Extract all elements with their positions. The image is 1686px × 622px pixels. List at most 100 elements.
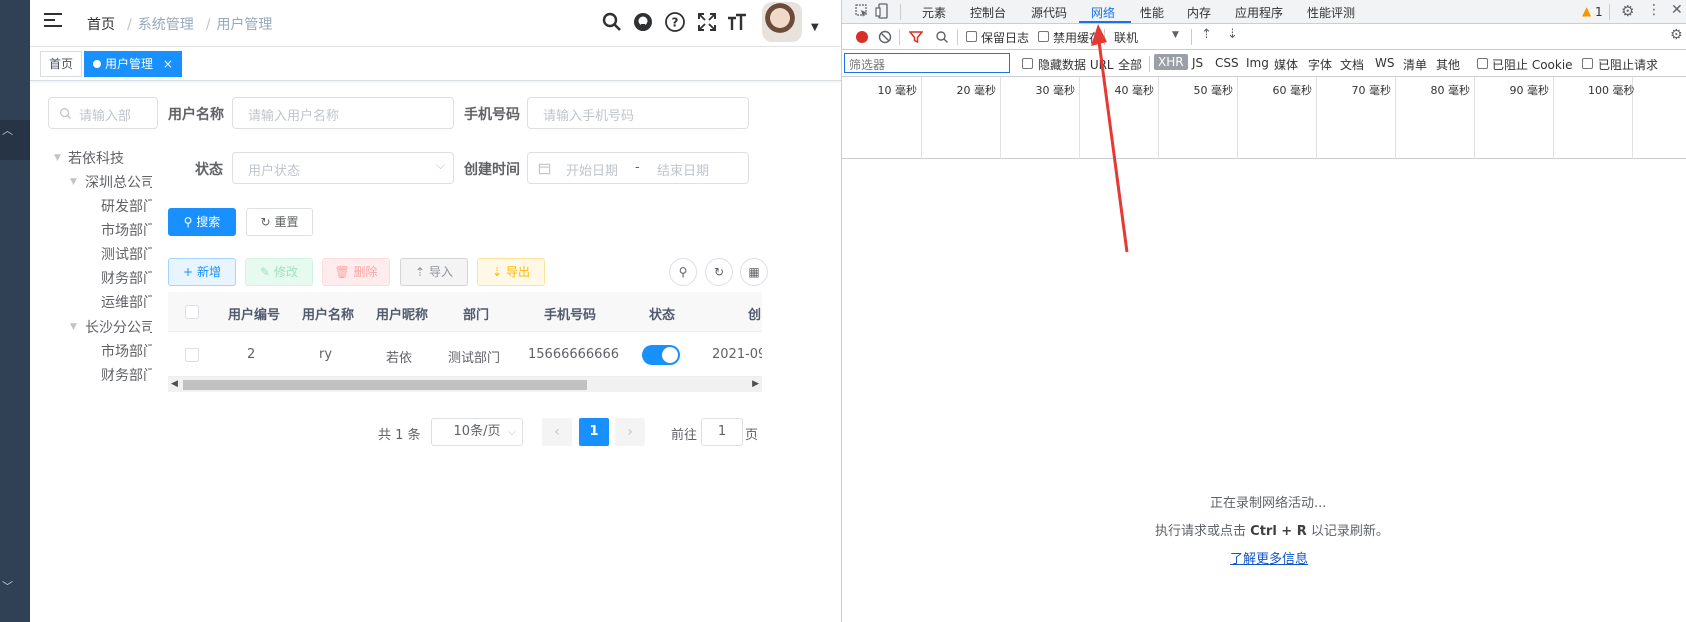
blocked-cookies-checkbox[interactable] bbox=[1477, 58, 1488, 69]
page-size-select[interactable]: 10条/页 ⌵ bbox=[431, 418, 523, 446]
settings-gear-icon[interactable]: ⚙ bbox=[1621, 2, 1634, 20]
col-header[interactable]: 手机号码 bbox=[544, 304, 596, 323]
horizontal-scrollbar[interactable]: ◀ ▶ bbox=[168, 376, 762, 392]
goto-page-input[interactable]: 1 bbox=[701, 418, 743, 446]
col-header[interactable]: 部门 bbox=[463, 304, 489, 323]
filter-type-doc[interactable]: 文档 bbox=[1340, 56, 1364, 73]
col-header[interactable]: 状态 bbox=[649, 304, 675, 323]
page-number[interactable]: 1 bbox=[579, 418, 609, 446]
tree-node[interactable]: 财务部门 bbox=[101, 365, 157, 385]
prev-page-button[interactable]: ‹ bbox=[542, 418, 572, 446]
network-settings-icon[interactable]: ⚙ bbox=[1670, 27, 1683, 43]
filter-type-font[interactable]: 字体 bbox=[1308, 56, 1332, 73]
filter-type-media[interactable]: 媒体 bbox=[1274, 56, 1298, 73]
tree-node[interactable]: 财务部门 bbox=[101, 268, 157, 288]
phone-input[interactable]: 请输入手机号码 bbox=[527, 97, 749, 129]
devtools-tab-performance[interactable]: 性能 bbox=[1140, 4, 1164, 21]
chevron-up-icon[interactable]: ︿ bbox=[2, 122, 13, 138]
col-header[interactable]: 用户名称 bbox=[302, 304, 354, 323]
blocked-requests-checkbox[interactable] bbox=[1582, 58, 1593, 69]
dept-search-input[interactable]: 请输入部 bbox=[48, 97, 158, 129]
tree-node[interactable]: 市场部门 bbox=[101, 220, 157, 240]
devtools-tab-memory[interactable]: 内存 bbox=[1187, 4, 1211, 21]
next-page-button[interactable]: › bbox=[615, 418, 645, 446]
filter-type-ws[interactable]: WS bbox=[1375, 56, 1394, 70]
disable-cache-checkbox[interactable] bbox=[1038, 31, 1049, 42]
col-header[interactable]: 创 bbox=[748, 304, 761, 323]
import-har-icon[interactable]: ⇡ bbox=[1201, 27, 1212, 42]
filter-type-xhr[interactable]: XHR bbox=[1154, 54, 1188, 70]
filter-type-manifest[interactable]: 清单 bbox=[1403, 56, 1427, 73]
more-options-icon[interactable]: ⋮ bbox=[1647, 2, 1661, 18]
learn-more-link[interactable]: 了解更多信息 bbox=[1230, 548, 1308, 567]
row-checkbox[interactable] bbox=[185, 348, 199, 362]
filter-input[interactable]: 筛选器 bbox=[844, 53, 1010, 73]
search-icon[interactable] bbox=[600, 10, 624, 34]
devtools-tab-sources[interactable]: 源代码 bbox=[1031, 4, 1067, 21]
caret-down-icon[interactable]: ▼ bbox=[70, 177, 77, 187]
github-icon[interactable] bbox=[631, 10, 655, 34]
tree-node[interactable]: 研发部门 bbox=[101, 196, 157, 216]
date-range-picker[interactable]: 开始日期 - 结束日期 bbox=[527, 152, 749, 184]
import-button[interactable]: ⇡ 导入 bbox=[400, 258, 468, 286]
filter-type-img[interactable]: Img bbox=[1246, 56, 1269, 70]
warning-icon[interactable]: ▲ bbox=[1582, 4, 1591, 18]
toggle-search-icon[interactable]: ⚲ bbox=[669, 258, 697, 286]
filter-type-other[interactable]: 其他 bbox=[1436, 56, 1460, 73]
col-header[interactable]: 用户昵称 bbox=[376, 304, 428, 323]
delete-button[interactable]: 🗑 删除 bbox=[322, 258, 390, 286]
hide-data-urls-checkbox[interactable] bbox=[1022, 58, 1033, 69]
devtools-tab-lighthouse[interactable]: 性能评测 bbox=[1307, 4, 1355, 21]
caret-down-icon[interactable]: ▼ bbox=[1172, 30, 1179, 40]
network-timeline-overview[interactable]: 10 毫秒 20 毫秒 30 毫秒 40 毫秒 50 毫秒 60 毫秒 70 毫秒 80 毫秒… bbox=[842, 77, 1686, 159]
devtools-tab-elements[interactable]: 元素 bbox=[922, 4, 946, 21]
fullscreen-icon[interactable] bbox=[695, 10, 719, 34]
avatar[interactable] bbox=[762, 2, 802, 42]
filter-type-css[interactable]: CSS bbox=[1215, 56, 1239, 70]
close-icon[interactable]: ✕ bbox=[1671, 2, 1683, 18]
columns-icon[interactable]: ▦ bbox=[740, 258, 768, 286]
tree-node[interactable]: 长沙分公司 bbox=[85, 317, 155, 337]
filter-type-js[interactable]: JS bbox=[1192, 56, 1203, 70]
devtools-tab-console[interactable]: 控制台 bbox=[970, 4, 1006, 21]
select-all-checkbox[interactable] bbox=[185, 305, 199, 319]
tag-user-management[interactable]: 用户管理 × bbox=[84, 51, 182, 77]
username-input[interactable]: 请输入用户名称 bbox=[232, 97, 454, 129]
clear-icon[interactable] bbox=[878, 30, 892, 44]
scrollbar-thumb[interactable] bbox=[183, 380, 587, 390]
search-icon[interactable] bbox=[935, 30, 949, 44]
chevron-down-icon[interactable]: ﹀ bbox=[2, 578, 13, 594]
warning-count[interactable]: 1 bbox=[1595, 5, 1603, 19]
scroll-left-icon[interactable]: ◀ bbox=[171, 379, 178, 389]
tree-node[interactable]: 运维部门 bbox=[101, 292, 157, 312]
tree-node[interactable]: 若依科技 bbox=[68, 148, 124, 168]
search-button[interactable]: ⚲ 搜索 bbox=[168, 208, 236, 236]
caret-down-icon[interactable]: ▼ bbox=[54, 153, 61, 163]
hamburger-icon[interactable] bbox=[44, 13, 62, 31]
tree-node[interactable]: 测试部门 bbox=[101, 244, 157, 264]
refresh-icon[interactable]: ↻ bbox=[705, 258, 733, 286]
status-switch[interactable] bbox=[642, 345, 680, 365]
tree-node[interactable]: 深圳总公司 bbox=[85, 172, 155, 192]
record-icon[interactable] bbox=[856, 31, 868, 43]
caret-down-icon[interactable]: ▼ bbox=[70, 322, 77, 332]
tree-node[interactable]: 市场部门 bbox=[101, 341, 157, 361]
breadcrumb-home[interactable]: 首页 bbox=[87, 17, 115, 33]
preserve-log-checkbox[interactable] bbox=[966, 31, 977, 42]
question-icon[interactable]: ? bbox=[663, 10, 687, 34]
tag-home[interactable]: 首页 bbox=[40, 51, 83, 77]
edit-button[interactable]: ✎ 修改 bbox=[245, 258, 313, 286]
caret-down-icon[interactable]: ▼ bbox=[811, 22, 819, 33]
filter-icon[interactable] bbox=[909, 30, 923, 44]
scroll-right-icon[interactable]: ▶ bbox=[752, 379, 759, 389]
export-har-icon[interactable]: ⇣ bbox=[1227, 27, 1238, 42]
device-toolbar-icon[interactable] bbox=[875, 3, 891, 19]
add-button[interactable]: + 新增 bbox=[168, 258, 236, 286]
col-header[interactable]: 用户编号 bbox=[228, 304, 280, 323]
close-icon[interactable]: × bbox=[163, 57, 173, 71]
font-size-icon[interactable] bbox=[725, 10, 749, 34]
status-select[interactable]: 用户状态 ⌵ bbox=[232, 152, 454, 184]
devtools-tab-network[interactable]: 网络 bbox=[1091, 4, 1115, 21]
export-button[interactable]: ⇣ 导出 bbox=[477, 258, 545, 286]
reset-button[interactable]: ↻ 重置 bbox=[246, 208, 313, 236]
